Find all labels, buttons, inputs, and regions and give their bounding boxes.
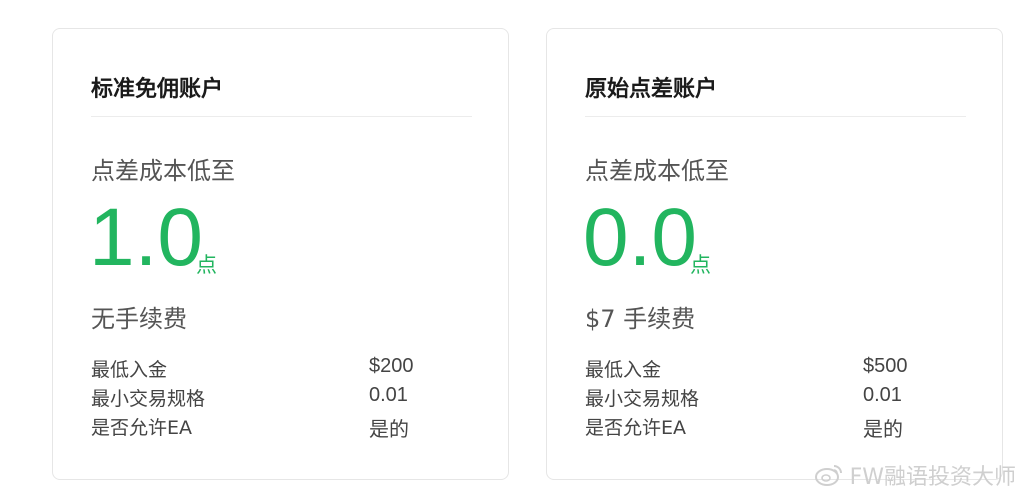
spec-label: 最小交易规格 xyxy=(585,388,700,410)
card-title: 原始点差账户 xyxy=(585,77,718,102)
spec-label: 最低入金 xyxy=(91,359,168,381)
account-comparison: 标准免佣账户 点差成本低至 1.0 点 无手续费 最低入金 $200 最小交易规… xyxy=(0,0,1024,499)
spec-value: 0.01 xyxy=(369,384,408,406)
spec-row-min-lot: 最小交易规格 0.01 xyxy=(91,384,488,413)
weibo-icon xyxy=(814,463,844,487)
divider xyxy=(91,116,472,117)
spread-unit: 点 xyxy=(690,253,711,277)
account-card-raw-spread[interactable]: 原始点差账户 点差成本低至 0.0 点 $7 手续费 最低入金 $500 最小交… xyxy=(546,28,1003,480)
card-title: 标准免佣账户 xyxy=(91,77,224,102)
spec-list: 最低入金 $500 最小交易规格 0.01 是否允许EA 是的 xyxy=(585,355,982,442)
spec-row-ea-allowed: 是否允许EA 是的 xyxy=(585,413,982,442)
spec-value: 是的 xyxy=(369,419,409,441)
watermark-text: FW融语投资大师 xyxy=(849,465,1016,490)
commission-fee: 无手续费 xyxy=(91,305,187,333)
spread-unit: 点 xyxy=(196,253,217,277)
spec-row-min-deposit: 最低入金 $500 xyxy=(585,355,982,384)
spread-label: 点差成本低至 xyxy=(91,157,235,185)
spec-value: 是的 xyxy=(863,419,903,441)
watermark: FW融语投资大师 xyxy=(814,459,1016,491)
spec-value: $200 xyxy=(369,355,414,377)
divider xyxy=(585,116,966,117)
spec-list: 最低入金 $200 最小交易规格 0.01 是否允许EA 是的 xyxy=(91,355,488,442)
commission-fee: $7 手续费 xyxy=(585,305,696,333)
spread-label: 点差成本低至 xyxy=(585,157,729,185)
spread-value: 1.0 xyxy=(89,192,203,283)
account-card-standard[interactable]: 标准免佣账户 点差成本低至 1.0 点 无手续费 最低入金 $200 最小交易规… xyxy=(52,28,509,480)
spec-label: 最小交易规格 xyxy=(91,388,206,410)
spec-value: 0.01 xyxy=(863,384,902,406)
spec-value: $500 xyxy=(863,355,908,377)
spec-row-min-deposit: 最低入金 $200 xyxy=(91,355,488,384)
spec-row-ea-allowed: 是否允许EA 是的 xyxy=(91,413,488,442)
spec-row-min-lot: 最小交易规格 0.01 xyxy=(585,384,982,413)
spec-label: 最低入金 xyxy=(585,359,662,381)
spec-label: 是否允许EA xyxy=(91,417,193,439)
spec-label: 是否允许EA xyxy=(585,417,687,439)
spread-value: 0.0 xyxy=(583,192,697,283)
